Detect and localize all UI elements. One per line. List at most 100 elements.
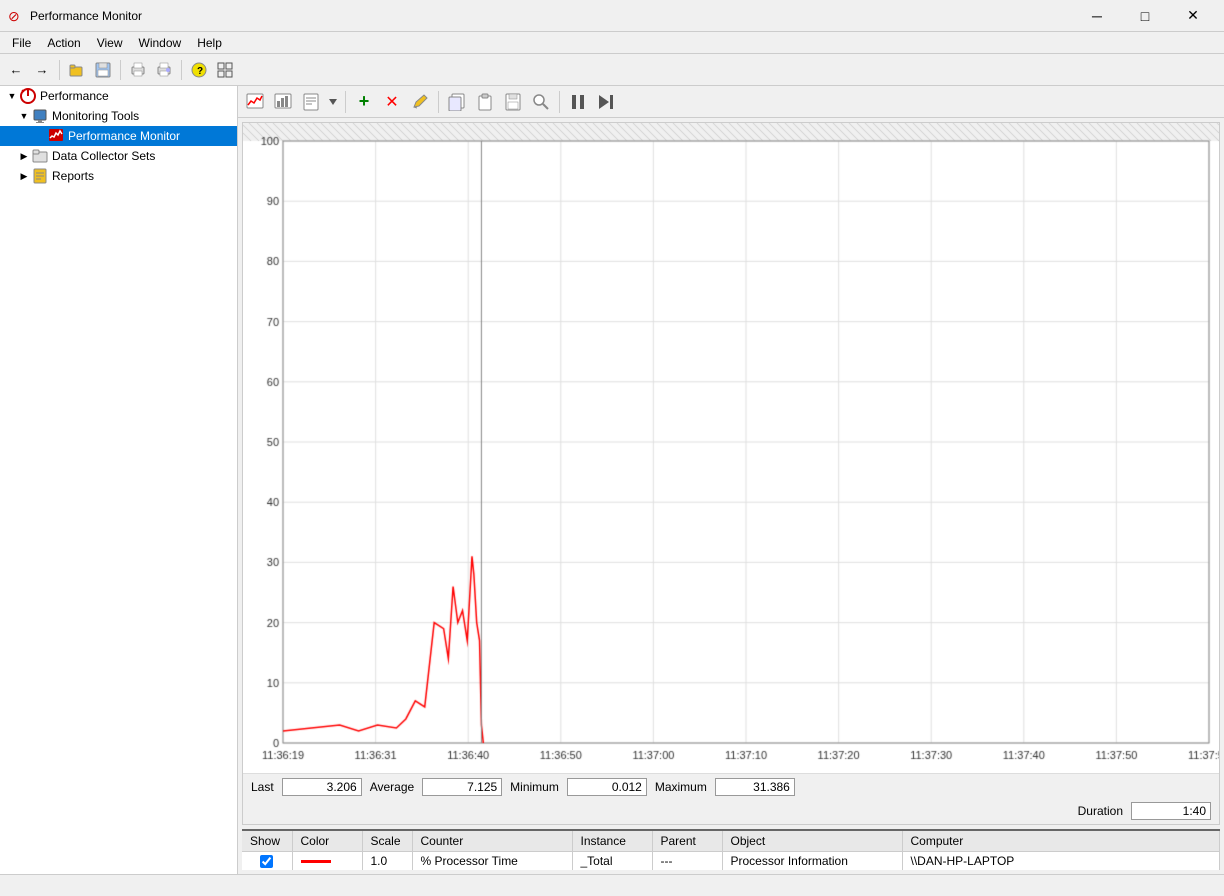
print-small-button[interactable] bbox=[126, 58, 150, 82]
menu-bar: File Action View Window Help bbox=[0, 32, 1224, 54]
expander-performance[interactable]: ▼ bbox=[4, 88, 20, 104]
toolbar-sep-a bbox=[345, 91, 346, 113]
performance-label: Performance bbox=[40, 89, 109, 103]
average-label: Average bbox=[370, 780, 414, 794]
col-counter: Counter bbox=[412, 831, 572, 852]
col-scale: Scale bbox=[362, 831, 412, 852]
monitoring-tools-label: Monitoring Tools bbox=[52, 109, 139, 123]
last-label: Last bbox=[251, 780, 274, 794]
close-button[interactable]: ✕ bbox=[1170, 0, 1216, 32]
counter-data-table: Show Color Scale Counter Instance Parent… bbox=[242, 831, 1220, 870]
row-parent: --- bbox=[652, 852, 722, 871]
expander-data-collector[interactable]: ▶ bbox=[16, 148, 32, 164]
row-scale: 1.0 bbox=[362, 852, 412, 871]
edit-properties-button[interactable] bbox=[407, 89, 433, 115]
perfmon-label: Performance Monitor bbox=[68, 129, 180, 143]
svg-text:?: ? bbox=[197, 66, 203, 77]
counter-table: Show Color Scale Counter Instance Parent… bbox=[242, 829, 1220, 870]
copy-image-button[interactable] bbox=[444, 89, 470, 115]
menu-window[interactable]: Window bbox=[131, 34, 190, 52]
app-icon: ⊘ bbox=[8, 8, 24, 24]
row-computer: \\DAN-HP-LAPTOP bbox=[902, 852, 1220, 871]
save-data-button[interactable] bbox=[500, 89, 526, 115]
data-collector-icon bbox=[32, 148, 48, 164]
col-show: Show bbox=[242, 831, 292, 852]
report-button[interactable] bbox=[298, 89, 324, 115]
last-value: 3.206 bbox=[282, 778, 362, 796]
grid-button[interactable] bbox=[213, 58, 237, 82]
status-bar bbox=[0, 874, 1224, 896]
maximize-button[interactable]: □ bbox=[1122, 0, 1168, 32]
expander-reports[interactable]: ▶ bbox=[16, 168, 32, 184]
main-toolbar: ← → ? bbox=[0, 54, 1224, 86]
content-area: + ✕ bbox=[238, 86, 1224, 874]
stats-row-1: Last 3.206 Average 7.125 Minimum 0.012 M… bbox=[243, 773, 1219, 800]
add-counter-button[interactable]: + bbox=[351, 89, 377, 115]
monitoring-tools-icon bbox=[32, 108, 48, 124]
minimum-value: 0.012 bbox=[567, 778, 647, 796]
paste-button[interactable] bbox=[472, 89, 498, 115]
col-object: Object bbox=[722, 831, 902, 852]
expander-perfmon bbox=[32, 128, 48, 144]
data-collector-label: Data Collector Sets bbox=[52, 149, 155, 163]
maximum-label: Maximum bbox=[655, 780, 707, 794]
col-color: Color bbox=[292, 831, 362, 852]
minimize-button[interactable]: ─ bbox=[1074, 0, 1120, 32]
duration-value: 1:40 bbox=[1131, 802, 1211, 820]
toolbar-sep-b bbox=[438, 91, 439, 113]
magnify-button[interactable] bbox=[528, 89, 554, 115]
menu-action[interactable]: Action bbox=[39, 34, 88, 52]
row-object: Processor Information bbox=[722, 852, 902, 871]
chart-graph bbox=[243, 123, 1219, 773]
toolbar-sep-1 bbox=[59, 60, 60, 80]
histogram-button[interactable] bbox=[270, 89, 296, 115]
row-counter: % Processor Time bbox=[412, 852, 572, 871]
menu-help[interactable]: Help bbox=[189, 34, 230, 52]
sidebar: ▼ Performance ▼ Monitoring Tools Perform… bbox=[0, 86, 238, 874]
help-toolbar-button[interactable]: ? bbox=[187, 58, 211, 82]
back-button[interactable]: ← bbox=[4, 58, 28, 82]
col-instance: Instance bbox=[572, 831, 652, 852]
maximum-value: 31.386 bbox=[715, 778, 795, 796]
color-swatch bbox=[301, 860, 331, 863]
open-button[interactable] bbox=[65, 58, 89, 82]
row-show bbox=[242, 852, 292, 871]
toolbar-sep-2 bbox=[120, 60, 121, 80]
reports-icon bbox=[32, 168, 48, 184]
sidebar-item-performance[interactable]: ▼ Performance bbox=[0, 86, 237, 106]
title-bar-text: Performance Monitor bbox=[30, 9, 1074, 23]
sidebar-item-monitoring-tools[interactable]: ▼ Monitoring Tools bbox=[0, 106, 237, 126]
next-frame-button[interactable] bbox=[593, 89, 619, 115]
pause-button[interactable] bbox=[565, 89, 591, 115]
save-button[interactable] bbox=[91, 58, 115, 82]
show-checkbox[interactable] bbox=[260, 855, 273, 868]
row-instance: _Total bbox=[572, 852, 652, 871]
table-row[interactable]: 1.0 % Processor Time _Total --- Processo… bbox=[242, 852, 1220, 871]
sidebar-item-data-collector-sets[interactable]: ▶ Data Collector Sets bbox=[0, 146, 237, 166]
sidebar-item-performance-monitor[interactable]: Performance Monitor bbox=[0, 126, 237, 146]
remove-counter-button[interactable]: ✕ bbox=[379, 89, 405, 115]
forward-button[interactable]: → bbox=[30, 58, 54, 82]
toolbar-sep-3 bbox=[181, 60, 182, 80]
graph-view-button[interactable] bbox=[242, 89, 268, 115]
sidebar-item-reports[interactable]: ▶ Reports bbox=[0, 166, 237, 186]
stats-row-2: Duration 1:40 bbox=[243, 800, 1219, 824]
col-computer: Computer bbox=[902, 831, 1220, 852]
performance-chart bbox=[243, 123, 1219, 773]
perfmon-toolbar: + ✕ bbox=[238, 86, 1224, 118]
chart-container: Last 3.206 Average 7.125 Minimum 0.012 M… bbox=[242, 122, 1220, 825]
duration-label: Duration bbox=[1078, 804, 1123, 818]
reports-label: Reports bbox=[52, 169, 94, 183]
row-color bbox=[292, 852, 362, 871]
average-value: 7.125 bbox=[422, 778, 502, 796]
toolbar-sep-c bbox=[559, 91, 560, 113]
menu-file[interactable]: File bbox=[4, 34, 39, 52]
perfmon-icon bbox=[48, 128, 64, 144]
print-button[interactable] bbox=[152, 58, 176, 82]
view-dropdown-button[interactable] bbox=[326, 89, 340, 115]
main-layout: ▼ Performance ▼ Monitoring Tools Perform… bbox=[0, 86, 1224, 874]
expander-monitoring-tools[interactable]: ▼ bbox=[16, 108, 32, 124]
title-bar: ⊘ Performance Monitor ─ □ ✕ bbox=[0, 0, 1224, 32]
menu-view[interactable]: View bbox=[89, 34, 131, 52]
col-parent: Parent bbox=[652, 831, 722, 852]
